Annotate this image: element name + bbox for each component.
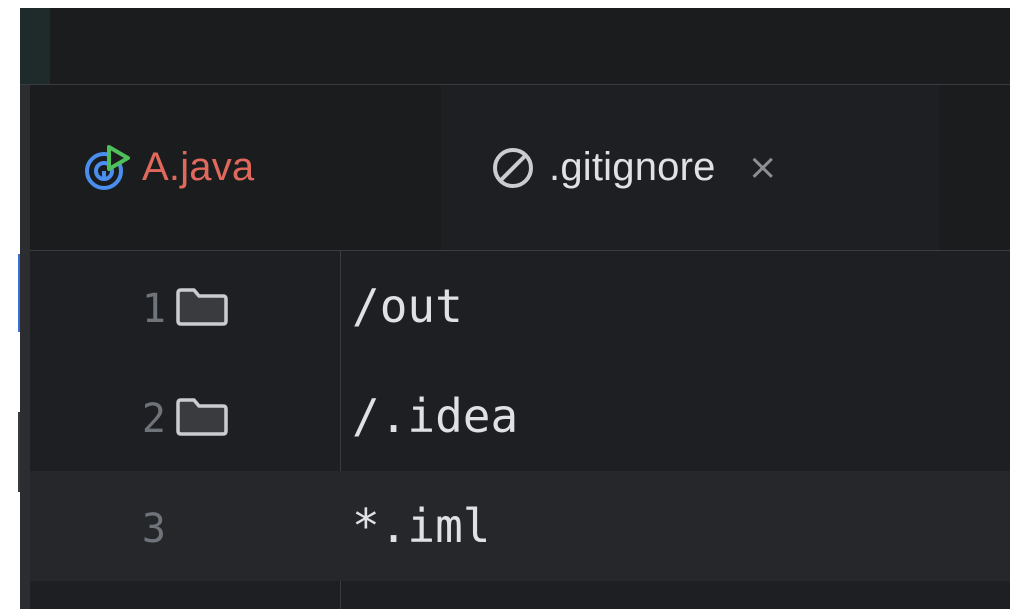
code-editor[interactable]: 1 /out 2 /.idea 3 *.iml [30, 251, 1010, 609]
toolbar [20, 8, 1010, 84]
code-line-text: /out [352, 279, 463, 333]
left-margin [0, 0, 20, 609]
editor-tab-bar: A.java .gitignore × [30, 85, 1010, 250]
tab-label: A.java [142, 145, 255, 189]
close-icon[interactable]: × [748, 147, 778, 188]
code-line-text: /.idea [352, 389, 519, 443]
editor-line[interactable]: 2 /.idea [30, 361, 1010, 471]
code-line-text: *.iml [352, 499, 491, 553]
java-class-run-icon [82, 143, 132, 193]
line-number: 1 [141, 286, 166, 332]
line-number: 2 [141, 396, 166, 442]
toolbar-edge [20, 8, 50, 84]
tab-label: .gitignore [549, 145, 716, 189]
editor-line-current[interactable]: 3 *.iml [30, 471, 1010, 581]
tool-window-strip [20, 85, 30, 609]
ignore-file-icon [491, 146, 535, 190]
folder-icon[interactable] [174, 397, 230, 436]
line-number: 3 [141, 506, 166, 552]
ide-window: A.java .gitignore × 1 /out 2 /.idea 3 *.… [20, 8, 1010, 609]
tab-a-java[interactable]: A.java [30, 85, 440, 250]
editor-line[interactable]: 1 /out [30, 251, 1010, 361]
folder-icon[interactable] [174, 287, 230, 326]
tab-gitignore[interactable]: .gitignore × [441, 85, 939, 250]
